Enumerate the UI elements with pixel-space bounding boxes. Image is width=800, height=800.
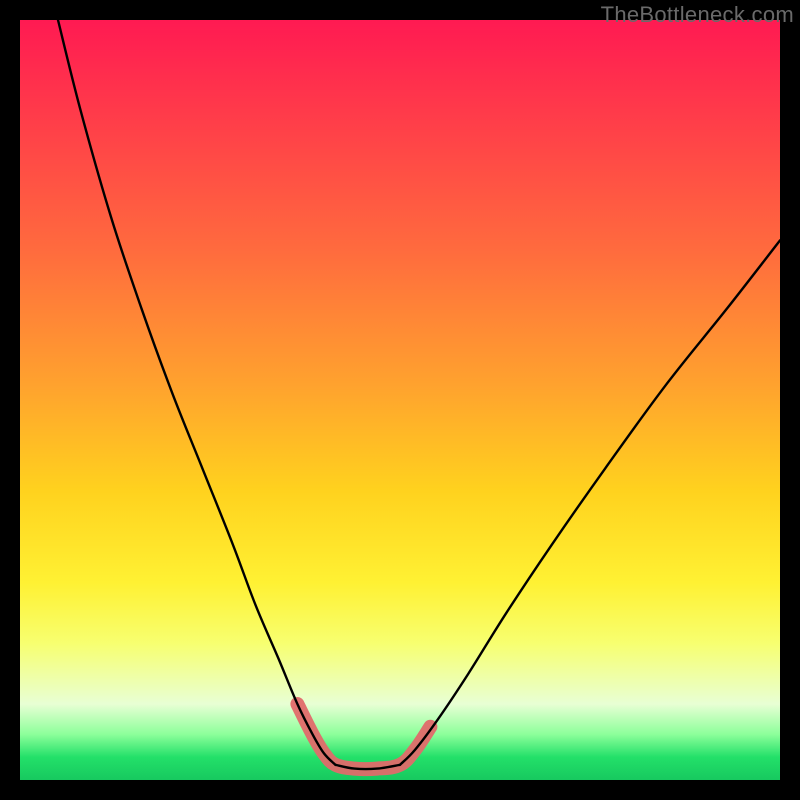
watermark-text: TheBottleneck.com	[601, 2, 794, 28]
curve-right-branch	[400, 240, 780, 764]
chart-frame	[20, 20, 780, 780]
optimal-zone-highlight	[297, 704, 430, 769]
chart-plot	[20, 20, 780, 780]
curve-left-branch	[58, 20, 335, 765]
